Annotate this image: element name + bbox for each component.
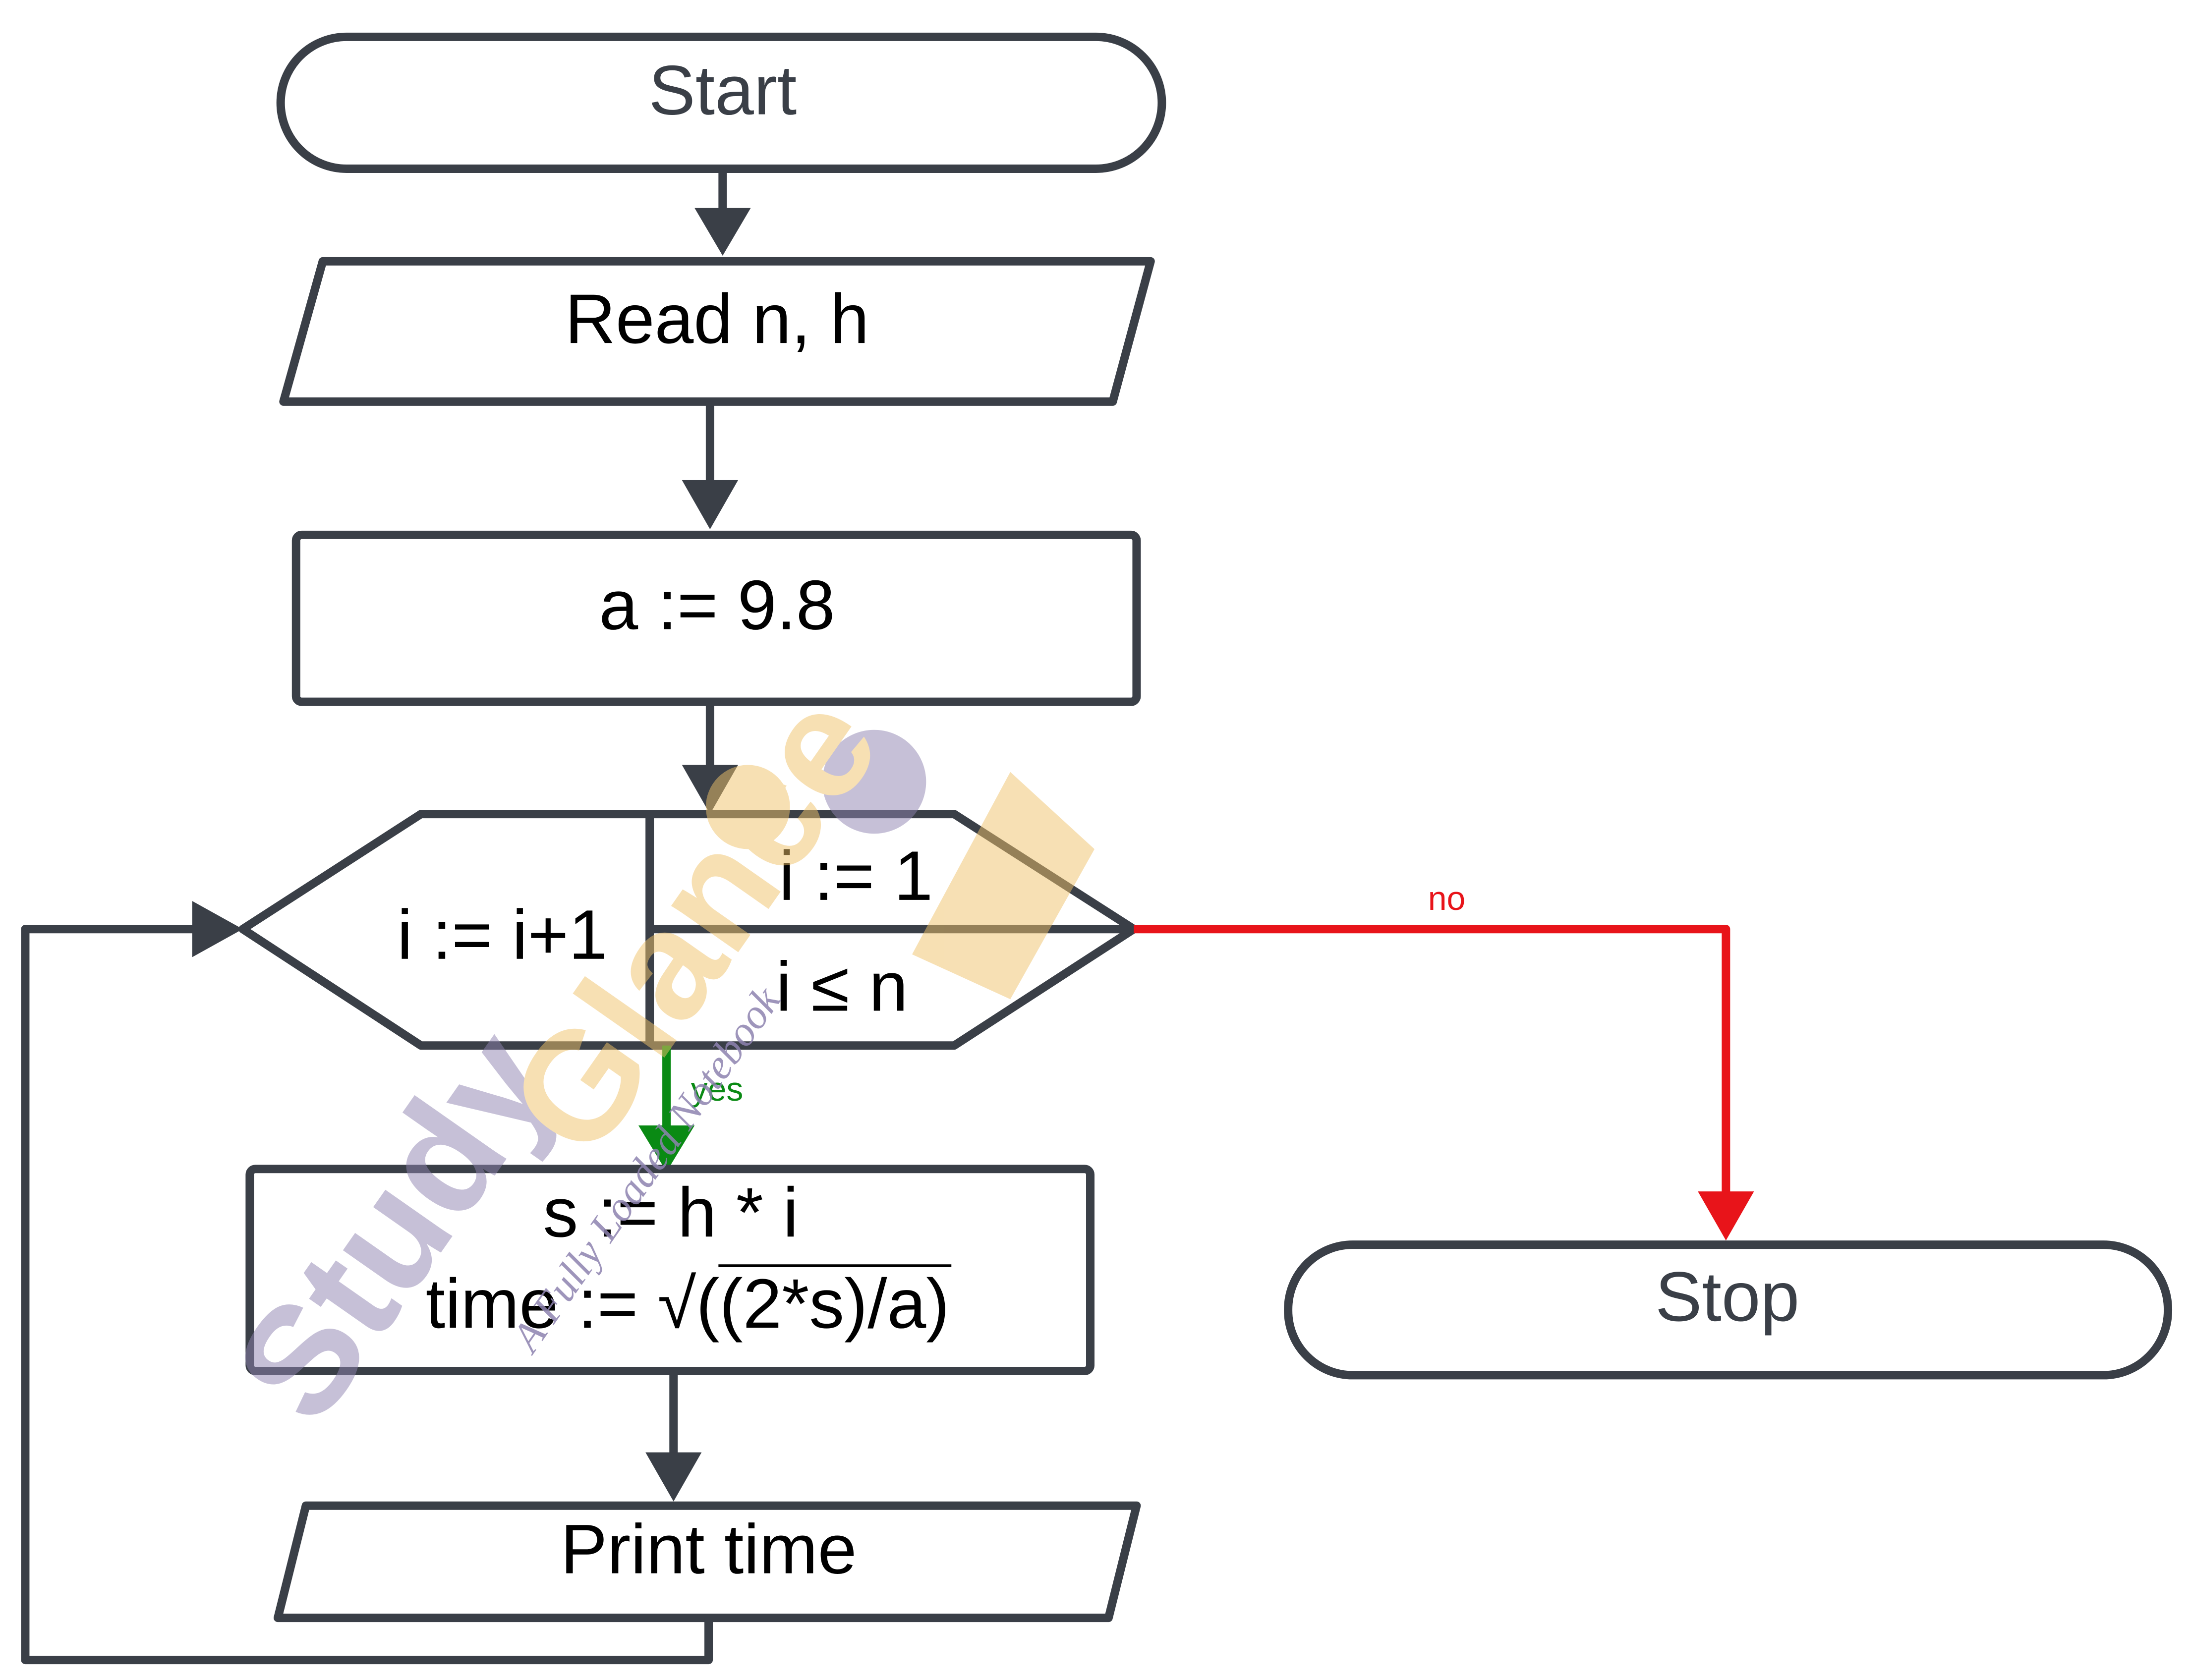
- no-label: no: [1428, 880, 1466, 917]
- print-label: Print time: [561, 1510, 857, 1588]
- arrow-head: [694, 208, 751, 256]
- arrow-head: [682, 480, 738, 529]
- init-label: a := 9.8: [599, 566, 835, 644]
- read-label: Read n, h: [565, 280, 869, 358]
- arrow-head: [645, 1452, 702, 1502]
- arrow-head: [192, 901, 243, 957]
- no-connector: [1134, 925, 1730, 1196]
- start-label: Start: [648, 51, 797, 129]
- arrow-head: [1698, 1191, 1754, 1241]
- loop-condition: i ≤ n: [776, 948, 908, 1026]
- flowchart: Start Read n, h a := 9.8 i := i+1 i := 1…: [21, 32, 2173, 1665]
- stop-label: Stop: [1655, 1257, 1799, 1336]
